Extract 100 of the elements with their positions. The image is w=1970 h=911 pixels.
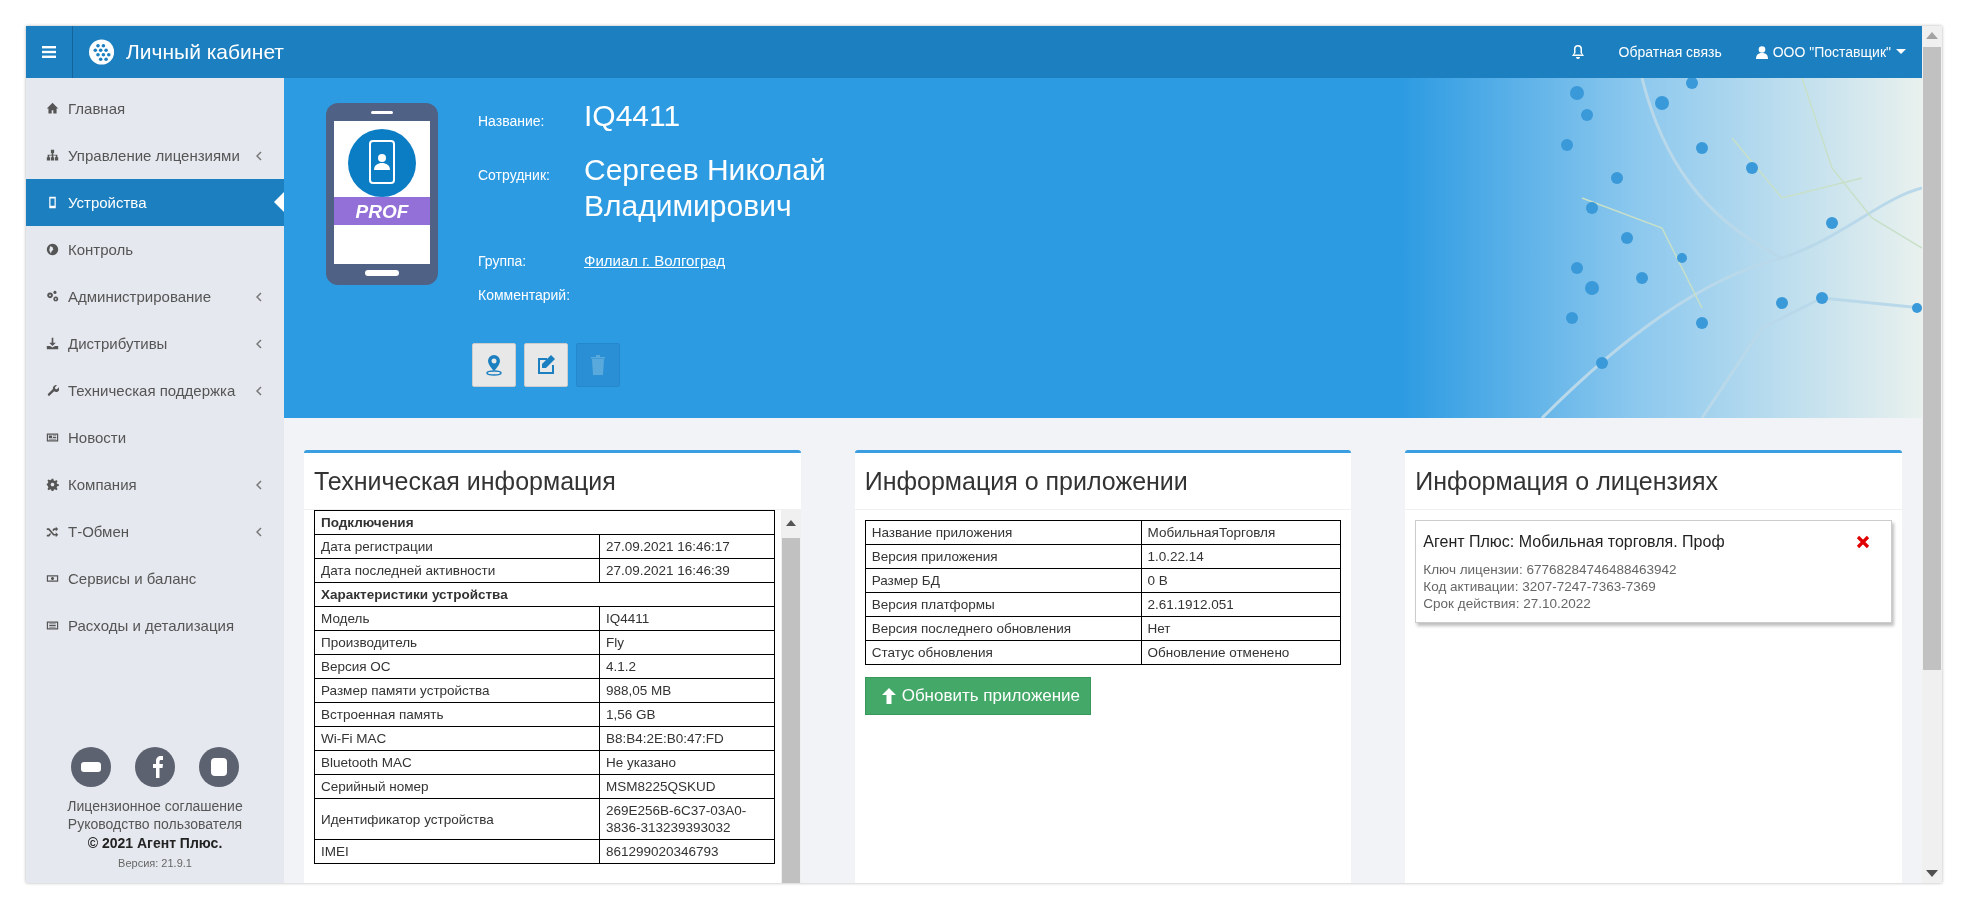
sidebar-item-label: Т-Обмен bbox=[68, 523, 130, 540]
phone-icon bbox=[46, 196, 59, 209]
banknote-icon bbox=[46, 572, 59, 585]
user-menu[interactable]: ООО "Поставщик" bbox=[1772, 44, 1891, 60]
list-icon bbox=[46, 619, 59, 632]
sidebar-item[interactable]: Сервисы и баланс bbox=[26, 555, 284, 602]
license-detail: Код активации: 3207-7247-7363-7369 bbox=[1423, 578, 1657, 595]
wrench-icon bbox=[46, 384, 59, 397]
table-cell: Fly bbox=[599, 630, 775, 655]
license-detail: Срок действия: 27.10.2022 bbox=[1423, 595, 1592, 612]
pin-icon bbox=[484, 354, 504, 376]
close-icon[interactable] bbox=[1856, 535, 1870, 549]
sidebar-item[interactable]: Т-Обмен bbox=[26, 508, 284, 555]
pointer-icon bbox=[274, 192, 284, 212]
download-icon bbox=[46, 337, 59, 350]
table-cell: Серийный номер bbox=[314, 774, 600, 799]
table-cell: Размер БД bbox=[865, 568, 1142, 593]
table-cell: Статус обновления bbox=[865, 640, 1142, 665]
caret-icon[interactable] bbox=[1896, 49, 1906, 55]
scroll-down-icon[interactable] bbox=[1926, 870, 1938, 877]
social-icon[interactable] bbox=[135, 747, 175, 787]
table-cell: 988,05 MB bbox=[599, 678, 775, 703]
table-cell: 269E256B-6C37-03A0-3836-313239393032 bbox=[599, 798, 775, 840]
badge-label: PROF bbox=[355, 201, 409, 222]
sidebar-item[interactable]: Главная bbox=[26, 85, 284, 132]
sidebar-item-label: Сервисы и баланс bbox=[68, 570, 197, 587]
sidebar-item-label: Управление лицензиями bbox=[68, 147, 240, 164]
sidebar-item-label: Контроль bbox=[68, 241, 134, 258]
trash-icon bbox=[588, 354, 608, 376]
footer-link[interactable]: Лицензионное соглашение bbox=[67, 797, 243, 815]
copyright-text: © 2021 Агент Плюс. bbox=[87, 834, 223, 853]
home-icon bbox=[46, 102, 59, 115]
table-cell: 861299020346793 bbox=[599, 839, 775, 864]
section-header: Подключения bbox=[314, 510, 775, 535]
location-button[interactable] bbox=[472, 343, 516, 387]
sidebar-item[interactable]: Контроль bbox=[26, 226, 284, 273]
scrollbar[interactable] bbox=[780, 510, 801, 883]
field-label: Комментарий: bbox=[478, 287, 572, 303]
gear-icon bbox=[46, 478, 59, 491]
version-text: Версия: 21.9.1 bbox=[118, 857, 192, 869]
feedback-link[interactable]: Обратная связь bbox=[1618, 44, 1722, 60]
logo-icon bbox=[88, 38, 114, 66]
field-value: Сергеев Николай Владимирович bbox=[584, 152, 827, 224]
table-cell: Размер памяти устройства bbox=[314, 678, 600, 703]
table-cell: 27.09.2021 16:46:17 bbox=[599, 534, 775, 559]
sidebar-item-label: Техническая поддержка bbox=[68, 382, 236, 399]
arrow-up-icon bbox=[881, 688, 896, 704]
sidebar-item-label: Расходы и детализация bbox=[68, 617, 235, 634]
table-cell: 0 B bbox=[1141, 568, 1341, 593]
scrollbar[interactable] bbox=[1922, 26, 1942, 883]
table-cell: MSM8225QSKUD bbox=[599, 774, 775, 799]
table-cell: 1.0.22.14 bbox=[1141, 544, 1341, 569]
sidebar-item[interactable]: Управление лицензиями bbox=[26, 132, 284, 179]
footer-link[interactable]: Руководство пользователя bbox=[67, 815, 243, 833]
table-cell: Название приложения bbox=[865, 520, 1142, 545]
scroll-up-icon[interactable] bbox=[785, 520, 796, 526]
newspaper-icon bbox=[46, 431, 59, 444]
table-cell: Wi-Fi MAC bbox=[314, 726, 600, 751]
license-detail: Ключ лицензии: 67768284746488463942 bbox=[1423, 561, 1678, 578]
table-cell: Версия ОС bbox=[314, 654, 600, 679]
field-label: Название: bbox=[478, 113, 546, 129]
field-label: Сотрудник: bbox=[478, 167, 551, 183]
sidebar-item[interactable]: Техническая поддержка bbox=[26, 367, 284, 414]
table-cell: Версия последнего обновления bbox=[865, 616, 1142, 641]
table-cell: Не указано bbox=[599, 750, 775, 775]
table-cell: Нет bbox=[1141, 616, 1341, 641]
table-cell: 27.09.2021 16:46:39 bbox=[599, 558, 775, 583]
table-cell: Версия приложения bbox=[865, 544, 1142, 569]
bell-icon[interactable] bbox=[1570, 44, 1585, 60]
sidebar-item[interactable]: Новости bbox=[26, 414, 284, 461]
scrollbar-thumb[interactable] bbox=[781, 538, 800, 883]
sidebar-item[interactable]: Администрирование bbox=[26, 273, 284, 320]
app-title: Личный кабинет bbox=[126, 40, 284, 64]
sidebar-item[interactable]: Расходы и детализация bbox=[26, 602, 284, 649]
table-cell: 4.1.2 bbox=[599, 654, 775, 679]
sidebar-item-label: Главная bbox=[68, 100, 126, 117]
table-cell: Дата последней активности bbox=[314, 558, 600, 583]
shuffle-icon bbox=[46, 525, 59, 538]
social-icon[interactable] bbox=[71, 747, 111, 787]
sidebar-item[interactable]: Устройства bbox=[26, 179, 284, 226]
table-cell: Версия платформы bbox=[865, 592, 1142, 617]
globe-icon bbox=[46, 243, 59, 256]
table-cell: Модель bbox=[314, 606, 600, 631]
panel-title: Информация о приложении bbox=[854, 453, 1352, 510]
table-cell: Идентификатор устройства bbox=[314, 798, 600, 840]
license-name: Агент Плюс: Мобильная торговля. Проф bbox=[1423, 533, 1725, 551]
social-icon[interactable] bbox=[199, 747, 239, 787]
sidebar-item-label: Устройства bbox=[68, 194, 147, 211]
scrollbar-thumb[interactable] bbox=[1923, 47, 1941, 670]
table-cell: Bluetooth MAC bbox=[314, 750, 600, 775]
field-value: IQ4411 bbox=[584, 98, 681, 134]
panel-title: Информация о лицензиях bbox=[1405, 453, 1902, 510]
edit-button[interactable] bbox=[524, 343, 568, 387]
edit-icon bbox=[536, 354, 556, 376]
hierarchy-icon bbox=[46, 149, 59, 162]
sidebar-item[interactable]: Компания bbox=[26, 461, 284, 508]
table-cell: IMEI bbox=[314, 839, 600, 864]
sidebar-item[interactable]: Дистрибутивы bbox=[26, 320, 284, 367]
panel-title: Техническая информация bbox=[304, 453, 801, 510]
table-cell: IQ4411 bbox=[599, 606, 775, 631]
